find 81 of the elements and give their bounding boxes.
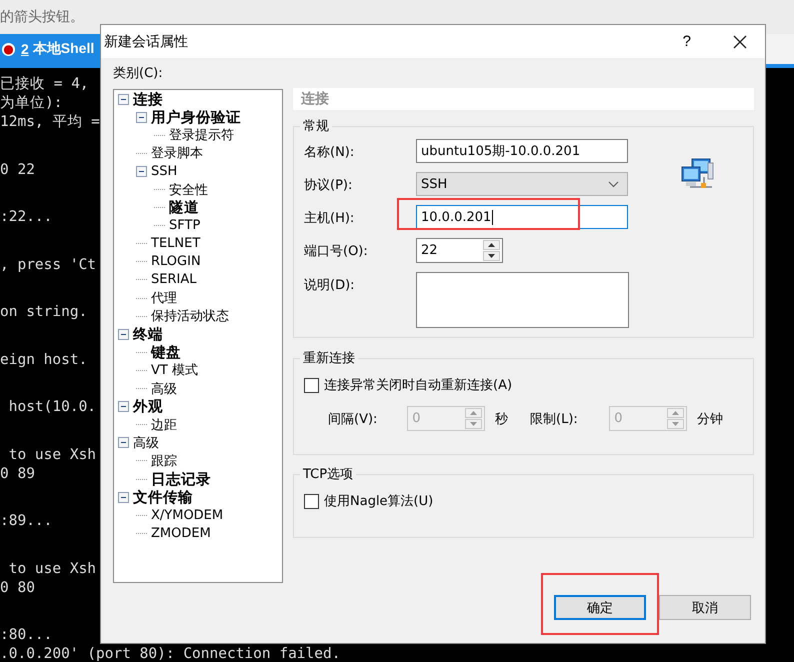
- tree-item[interactable]: 边距: [151, 416, 177, 434]
- tree-item[interactable]: 安全性: [169, 180, 208, 199]
- field-label: 说明(D):: [304, 277, 356, 294]
- tree-item[interactable]: 登录提示符: [169, 126, 234, 144]
- collapse-icon[interactable]: [118, 94, 129, 105]
- tree-item[interactable]: 用户身份验证: [151, 108, 241, 127]
- dropdown-value: SSH: [421, 176, 448, 192]
- terminal-line: host(10.0.: [8, 398, 96, 417]
- tree-item[interactable]: VT 模式: [151, 361, 198, 380]
- tree-item[interactable]: 保持活动状态: [151, 307, 229, 326]
- terminal-line: :80...: [0, 626, 52, 645]
- field-label: 主机(H):: [304, 210, 356, 227]
- tree-item[interactable]: SSH: [151, 164, 178, 179]
- terminal-line: 已接收 = 4,: [0, 75, 89, 94]
- description-field[interactable]: [416, 272, 629, 328]
- collapse-icon[interactable]: [118, 492, 129, 503]
- field-label: 名称(N):: [304, 144, 356, 161]
- tree-item[interactable]: 终端: [133, 324, 163, 344]
- chevron-down-icon: [608, 180, 619, 188]
- collapse-icon[interactable]: [136, 112, 147, 123]
- tree-item[interactable]: 键盘: [151, 342, 181, 362]
- port-spinner[interactable]: 22: [416, 238, 503, 263]
- terminal-line: , press 'Ct: [0, 256, 96, 274]
- tree-item[interactable]: X/YMODEM: [151, 508, 224, 523]
- checkbox-label: 连接异常关闭时自动重新连接(A): [324, 377, 512, 394]
- terminal-line: 为单位):: [0, 94, 62, 113]
- tree-item[interactable]: SERIAL: [151, 272, 196, 288]
- cancel-button[interactable]: 取消: [659, 595, 751, 620]
- panel-title: 连接: [301, 90, 329, 108]
- terminal-line: 0 80: [0, 578, 35, 598]
- protocol-dropdown[interactable]: SSH: [416, 172, 628, 196]
- tree-item[interactable]: 高级: [133, 434, 159, 452]
- terminal-line: :22...: [0, 208, 52, 227]
- terminal-line: to use Xsh: [8, 446, 96, 464]
- checkbox[interactable]: [304, 494, 319, 508]
- tree-item[interactable]: SFTP: [169, 218, 200, 234]
- tree-item[interactable]: 高级: [151, 380, 177, 398]
- spinner-value: 0: [411, 411, 421, 426]
- field-label: 端口号(O):: [304, 243, 369, 260]
- collapse-icon[interactable]: [136, 166, 147, 177]
- terminal-line: :89...: [0, 512, 52, 531]
- collapse-icon[interactable]: [118, 401, 129, 412]
- name-field[interactable]: ubuntu105期-10.0.0.201: [416, 139, 628, 163]
- tree-item[interactable]: 隧道: [169, 198, 199, 218]
- category-label: 类别(C):: [113, 65, 164, 83]
- close-icon[interactable]: [733, 34, 747, 48]
- tree-item[interactable]: 连接: [133, 90, 163, 109]
- tree-item[interactable]: 代理: [151, 289, 177, 308]
- hint-text: 的箭头按钮。: [0, 8, 84, 26]
- tree-item[interactable]: 跟踪: [151, 452, 177, 470]
- terminal-line: eign host.: [0, 350, 88, 370]
- field-label: 限制(L):: [530, 410, 579, 428]
- tree-item[interactable]: 日志记录: [151, 470, 211, 489]
- spinner-value: 0: [613, 411, 623, 426]
- terminal-line: 12ms, 平均 =: [0, 113, 100, 132]
- checkbox-label: 使用Nagle算法(U): [324, 493, 434, 510]
- tree-item[interactable]: 外观: [133, 397, 163, 416]
- unit-label: 秒: [495, 410, 508, 428]
- unit-label: 分钟: [697, 410, 723, 428]
- terminal-line: 0 89: [0, 464, 35, 484]
- field-label: 协议(P):: [304, 177, 354, 194]
- tree-item[interactable]: RLOGIN: [151, 254, 201, 270]
- help-button[interactable]: ?: [682, 33, 691, 50]
- network-computers-icon: [680, 157, 714, 191]
- host-field[interactable]: 10.0.0.201: [416, 205, 628, 229]
- tree-item[interactable]: 登录脚本: [151, 144, 203, 162]
- ok-button[interactable]: 确定: [554, 595, 646, 620]
- terminal-line: .0.0.200' (port 80): Connection failed.: [0, 645, 340, 662]
- tree-item[interactable]: 文件传输: [133, 488, 193, 507]
- tree-item[interactable]: TELNET: [151, 236, 200, 252]
- collapse-icon[interactable]: [118, 437, 129, 448]
- tree-item[interactable]: ZMODEM: [151, 526, 211, 541]
- collapse-icon[interactable]: [118, 328, 129, 340]
- group-title: TCP选项: [300, 465, 356, 483]
- group-title: 重新连接: [300, 349, 358, 367]
- spinner-value: 22: [420, 243, 438, 258]
- terminal-line: on string.: [0, 303, 88, 322]
- checkbox[interactable]: [304, 378, 319, 392]
- terminal-line: 0 22: [0, 160, 35, 180]
- terminal-line: to use Xsh: [8, 560, 96, 578]
- field-label: 间隔(V):: [328, 410, 378, 428]
